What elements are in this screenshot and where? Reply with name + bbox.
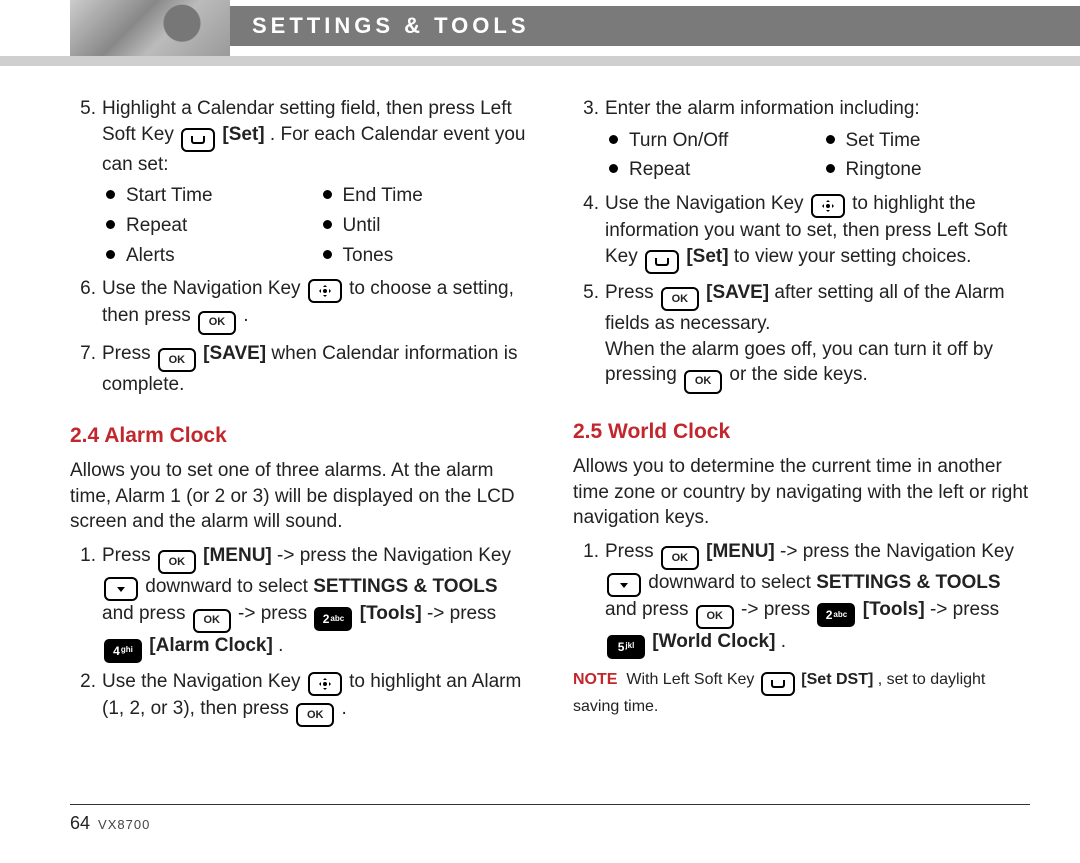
list-item: Repeat [607, 157, 814, 183]
model-number: VX8700 [98, 816, 150, 834]
page-title: SETTINGS & TOOLS [252, 11, 530, 41]
keypad-2-icon: 2abc [817, 603, 855, 627]
world-step-1: 1. Press OK [MENU] -> press the Navigati… [573, 539, 1030, 659]
list-item: Tones [321, 243, 528, 269]
page-title-bar: SETTINGS & TOOLS [230, 6, 1080, 46]
page-header: SETTINGS & TOOLS [0, 0, 1080, 72]
header-photo [70, 0, 230, 58]
note-label: NOTE [573, 671, 617, 688]
alarm-step-2: 2. Use the Navigation Key to highlight a… [70, 669, 527, 727]
left-column: 5. Highlight a Calendar setting field, t… [70, 96, 527, 733]
left-softkey-icon [645, 250, 679, 274]
nav-key-icon [308, 279, 342, 303]
left-softkey-icon [181, 128, 215, 152]
list-item: Ringtone [824, 157, 1031, 183]
nav-down-icon [607, 573, 641, 597]
ok-key-icon: OK [661, 546, 699, 570]
page-number: 64 [70, 811, 90, 835]
list-item: Alerts [104, 243, 311, 269]
header-underline [0, 56, 1080, 66]
nav-down-icon [104, 577, 138, 601]
list-item: End Time [321, 183, 528, 209]
content-columns: 5. Highlight a Calendar setting field, t… [70, 96, 1030, 733]
nav-key-icon [308, 672, 342, 696]
keypad-4-icon: 4ghi [104, 639, 142, 663]
ok-key-icon: OK [296, 703, 334, 727]
ok-key-icon: OK [696, 605, 734, 629]
alarm-step-5: 5. Press OK [SAVE] after setting all of … [573, 280, 1030, 394]
nav-key-icon [811, 194, 845, 218]
list-item: Set Time [824, 128, 1031, 154]
note-block: NOTE With Left Soft Key [Set DST] , set … [573, 669, 1030, 718]
ok-key-icon: OK [684, 370, 722, 394]
calendar-fields-list: Start Time End Time Repeat Until Alerts … [104, 183, 527, 268]
manual-page: SETTINGS & TOOLS 5. Highlight a Calendar… [0, 0, 1080, 863]
alarm-fields-list: Turn On/Off Set Time Repeat Ringtone [607, 128, 1030, 183]
ok-key-icon: OK [158, 550, 196, 574]
calendar-step-6: 6. Use the Navigation Key to choose a se… [70, 276, 527, 334]
list-item: Start Time [104, 183, 311, 209]
alarm-intro: Allows you to set one of three alarms. A… [70, 458, 527, 535]
list-item: Repeat [104, 213, 311, 239]
list-item: Until [321, 213, 528, 239]
alarm-step-3: 3. Enter the alarm information including… [573, 96, 1030, 122]
calendar-step-7: 7. Press OK [SAVE] when Calendar informa… [70, 341, 527, 398]
calendar-step-5: 5. Highlight a Calendar setting field, t… [70, 96, 527, 177]
keypad-5-icon: 5jkl [607, 635, 645, 659]
ok-key-icon: OK [158, 348, 196, 372]
left-softkey-icon [761, 672, 795, 696]
ok-key-icon: OK [661, 287, 699, 311]
list-item: Turn On/Off [607, 128, 814, 154]
page-footer: 64 VX8700 [70, 804, 1030, 835]
section-heading-world-clock: 2.5 World Clock [573, 418, 1030, 446]
keypad-2-icon: 2abc [314, 607, 352, 631]
ok-key-icon: OK [198, 311, 236, 335]
alarm-step-1: 1. Press OK [MENU] -> press the Navigati… [70, 543, 527, 663]
right-column: 3. Enter the alarm information including… [573, 96, 1030, 733]
world-clock-intro: Allows you to determine the current time… [573, 454, 1030, 531]
section-heading-alarm-clock: 2.4 Alarm Clock [70, 422, 527, 450]
alarm-step-4: 4. Use the Navigation Key to highlight t… [573, 191, 1030, 274]
ok-key-icon: OK [193, 609, 231, 633]
